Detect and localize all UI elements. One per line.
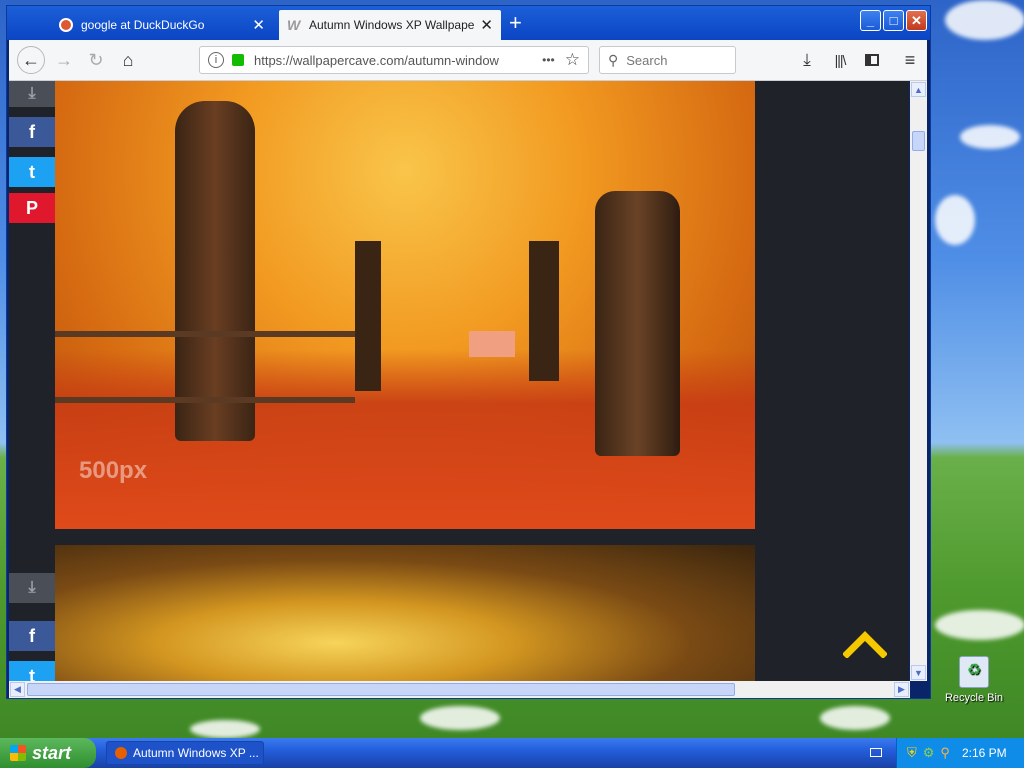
new-tab-button[interactable]: + <box>509 12 522 34</box>
arrow-right-icon: → <box>55 49 73 70</box>
system-tray: ⛨ ⚙ ⚲ 2:16 PM <box>896 738 1024 768</box>
facebook-share-button-2[interactable]: f <box>9 621 55 651</box>
navigation-toolbar: ← → ↻ ⌂ i https://wallpapercave.com/autu… <box>9 40 927 81</box>
tab-duckduckgo[interactable]: google at DuckDuckGo ✕ <box>51 10 273 40</box>
close-window-button[interactable]: ✕ <box>906 10 927 31</box>
address-bar[interactable]: i https://wallpapercave.com/autumn-windo… <box>199 46 589 74</box>
close-icon[interactable]: ✕ <box>252 16 265 34</box>
star-icon[interactable]: ☆ <box>565 50 580 70</box>
windows-logo-icon <box>10 745 26 761</box>
search-tray-icon[interactable]: ⚲ <box>940 745 950 761</box>
twitter-share-button[interactable]: t <box>9 157 55 187</box>
scroll-up-arrow[interactable]: ▲ <box>911 82 926 97</box>
scroll-to-top-button[interactable] <box>842 630 888 659</box>
tab-bar: google at DuckDuckGo ✕ W Autumn Windows … <box>7 6 930 40</box>
scroll-right-arrow[interactable]: ▶ <box>894 682 909 697</box>
vertical-scrollbar[interactable]: ▲ ▼ <box>910 81 927 681</box>
facebook-share-button[interactable]: f <box>9 117 55 147</box>
scroll-left-arrow[interactable]: ◀ <box>10 682 25 697</box>
page-content: 500px ⤓ f t P ⤓ f t <box>9 81 909 681</box>
home-icon: ⌂ <box>122 49 134 70</box>
reload-icon: ↻ <box>88 49 104 70</box>
watermark: 500px <box>79 457 148 484</box>
taskbar-item-browser[interactable]: Autumn Windows XP ... <box>106 741 264 765</box>
fence <box>55 331 355 403</box>
maximize-button[interactable]: □ <box>883 10 904 31</box>
page-actions-button[interactable]: ••• <box>542 53 555 67</box>
wallpapercave-icon: W <box>287 17 301 33</box>
clock[interactable]: 2:16 PM <box>962 746 1007 760</box>
recycle-bin-icon: ♻ <box>959 656 989 688</box>
recycle-bin[interactable]: ♻ Recycle Bin <box>944 656 1004 704</box>
close-icon[interactable]: ✕ <box>480 16 493 34</box>
firefox-icon <box>115 747 127 759</box>
start-button[interactable]: start <box>0 738 96 768</box>
tab-wallpapercave[interactable]: W Autumn Windows XP Wallpapers - ✕ <box>279 10 501 40</box>
back-button[interactable]: ← <box>17 46 45 74</box>
minimize-button[interactable]: _ <box>860 10 881 31</box>
download-button-bottom[interactable]: ⤓ <box>9 573 55 603</box>
twitter-share-button-2[interactable]: t <box>9 661 55 681</box>
taskbar-item-label: Autumn Windows XP ... <box>133 746 259 760</box>
url-text[interactable]: https://wallpapercave.com/autumn-window <box>254 53 504 68</box>
sidebar-icon <box>865 54 879 66</box>
info-icon[interactable]: i <box>208 52 224 68</box>
download-icon: ⤓ <box>803 50 811 69</box>
browser-window: google at DuckDuckGo ✕ W Autumn Windows … <box>6 5 931 699</box>
download-button[interactable]: ⤓ <box>794 48 820 72</box>
tab-label: google at DuckDuckGo <box>81 18 205 32</box>
tab-label: Autumn Windows XP Wallpapers - <box>309 18 475 32</box>
sidebar-button[interactable] <box>859 48 885 72</box>
lock-icon <box>232 54 244 66</box>
wallpaper-image[interactable]: 500px <box>55 81 755 529</box>
menu-button[interactable]: ≡ <box>897 48 923 72</box>
tree-trunk-middle <box>355 241 381 391</box>
duckduckgo-icon <box>59 18 73 32</box>
start-label: start <box>32 742 72 763</box>
arrow-left-icon: ← <box>22 49 40 70</box>
horizontal-scrollbar[interactable]: ◀ ▶ <box>9 681 910 698</box>
scroll-down-arrow[interactable]: ▼ <box>911 665 926 680</box>
tree-trunk-middle-2 <box>529 241 559 381</box>
forward-button[interactable]: → <box>51 48 77 72</box>
tree-trunk-right <box>595 191 680 456</box>
keyboard-icon[interactable] <box>870 748 882 757</box>
wallpaper-image-2[interactable] <box>55 545 755 681</box>
recycle-bin-label: Recycle Bin <box>944 692 1004 704</box>
chevron-up-icon <box>842 631 888 659</box>
reload-button[interactable]: ↻ <box>83 48 109 72</box>
pinterest-share-button[interactable]: P <box>9 193 55 223</box>
path-end-glow <box>469 331 515 357</box>
search-placeholder: Search <box>626 52 668 68</box>
vertical-scroll-thumb[interactable] <box>912 131 925 151</box>
home-button[interactable]: ⌂ <box>115 48 141 72</box>
hamburger-menu-icon: ≡ <box>904 49 916 70</box>
library-button[interactable]: |||\ <box>827 48 853 72</box>
security-shield-icon[interactable]: ⛨ <box>907 745 917 761</box>
taskbar: start Autumn Windows XP ... ⛨ ⚙ ⚲ 2:16 P… <box>0 738 1024 768</box>
network-icon[interactable]: ⚙ <box>923 745 935 761</box>
download-button-top[interactable]: ⤓ <box>9 81 55 107</box>
library-icon: |||\ <box>834 52 847 68</box>
horizontal-scroll-thumb[interactable] <box>27 683 735 696</box>
search-icon: ⚲ <box>608 51 619 68</box>
search-box[interactable]: ⚲ Search <box>599 46 736 74</box>
